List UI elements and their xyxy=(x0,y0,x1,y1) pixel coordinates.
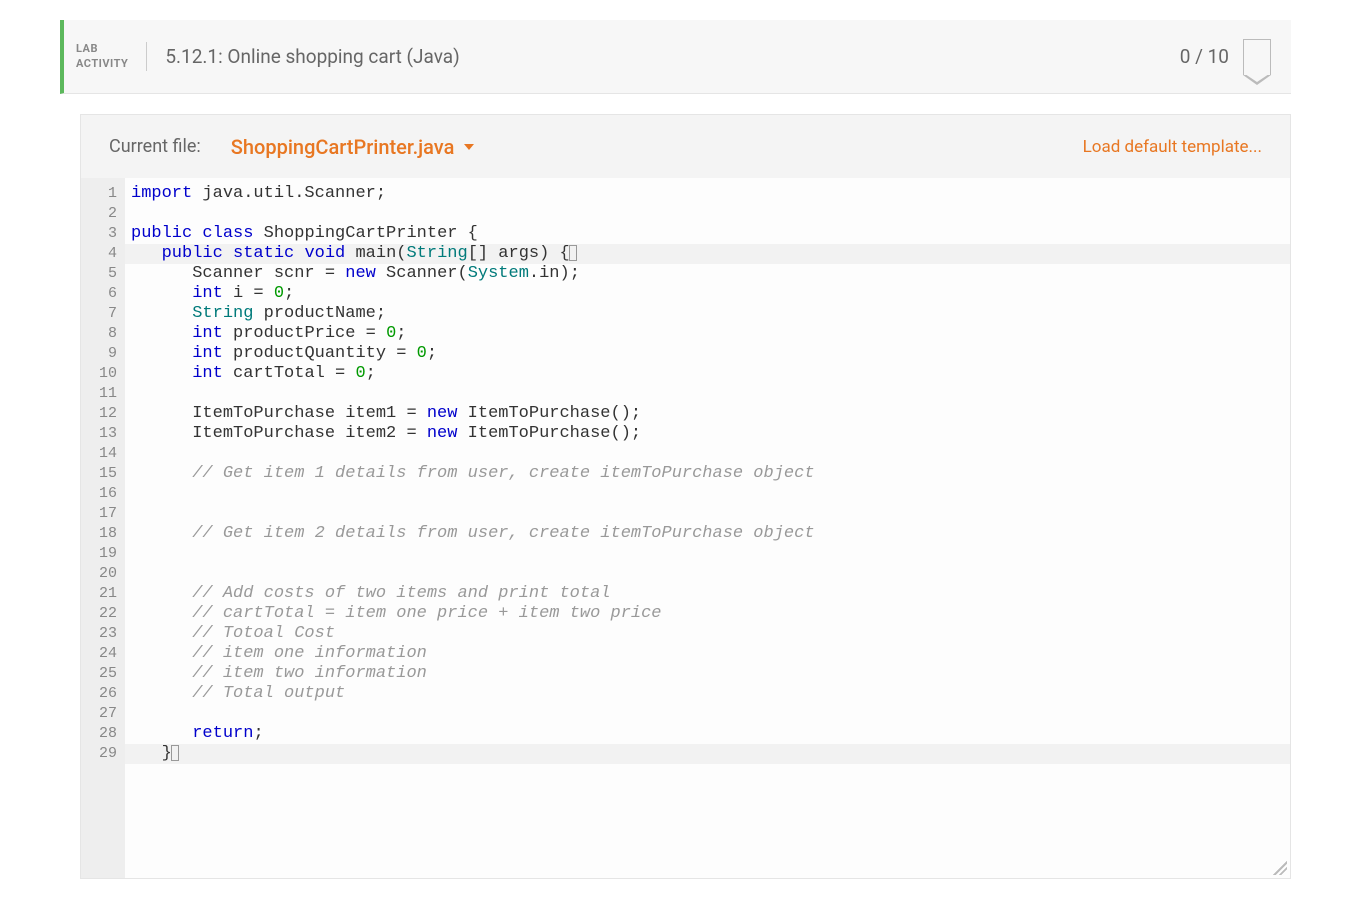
code-line[interactable]: return; xyxy=(125,724,1290,744)
line-number: 25 xyxy=(85,664,117,684)
line-number: 23 xyxy=(85,624,117,644)
code-line[interactable]: Scanner scnr = new Scanner(System.in); xyxy=(125,264,1290,284)
line-number: 19 xyxy=(85,544,117,564)
score-display: 0 / 10 xyxy=(1180,45,1229,68)
code-line[interactable]: // Totoal Cost xyxy=(125,624,1290,644)
code-line[interactable]: // Get item 1 details from user, create … xyxy=(125,464,1290,484)
line-number: 16 xyxy=(85,484,117,504)
code-line[interactable] xyxy=(125,504,1290,524)
file-bar: Current file: ShoppingCartPrinter.java L… xyxy=(81,115,1290,178)
line-number: 24 xyxy=(85,644,117,664)
code-line[interactable]: // item one information xyxy=(125,644,1290,664)
line-number: 15 xyxy=(85,464,117,484)
code-line[interactable]: int productQuantity = 0; xyxy=(125,344,1290,364)
line-number: 3 xyxy=(85,224,117,244)
code-line[interactable]: public class ShoppingCartPrinter { xyxy=(125,224,1290,244)
line-number: 14 xyxy=(85,444,117,464)
line-number: 18 xyxy=(85,524,117,544)
code-line[interactable]: // Total output xyxy=(125,684,1290,704)
line-number: 9 xyxy=(85,344,117,364)
resize-handle-icon[interactable] xyxy=(1273,861,1287,875)
line-number: 1 xyxy=(85,184,117,204)
line-number: 7 xyxy=(85,304,117,324)
current-file-label: Current file: xyxy=(109,133,201,160)
line-number: 2 xyxy=(85,204,117,224)
code-line[interactable]: ItemToPurchase item1 = new ItemToPurchas… xyxy=(125,404,1290,424)
code-line[interactable] xyxy=(125,384,1290,404)
editor-panel: Current file: ShoppingCartPrinter.java L… xyxy=(80,114,1291,879)
lab-header: LAB ACTIVITY 5.12.1: Online shopping car… xyxy=(60,20,1291,94)
code-line[interactable]: } xyxy=(125,744,1290,764)
lab-label-line2: ACTIVITY xyxy=(76,57,128,71)
line-number: 8 xyxy=(85,324,117,344)
code-line[interactable] xyxy=(125,204,1290,224)
code-line[interactable] xyxy=(125,564,1290,584)
line-number: 5 xyxy=(85,264,117,284)
code-line[interactable]: import java.util.Scanner; xyxy=(125,184,1290,204)
code-line[interactable]: // Get item 2 details from user, create … xyxy=(125,524,1290,544)
code-line[interactable] xyxy=(125,484,1290,504)
code-line[interactable]: ItemToPurchase item2 = new ItemToPurchas… xyxy=(125,424,1290,444)
code-line[interactable]: String productName; xyxy=(125,304,1290,324)
lab-label-line1: LAB xyxy=(76,42,128,56)
code-line[interactable]: int i = 0; xyxy=(125,284,1290,304)
line-number: 22 xyxy=(85,604,117,624)
line-number: 26 xyxy=(85,684,117,704)
line-number: 12 xyxy=(85,404,117,424)
load-default-template-link[interactable]: Load default template... xyxy=(1083,137,1262,157)
shield-icon xyxy=(1243,39,1271,75)
caret-down-icon xyxy=(464,144,474,150)
code-line[interactable] xyxy=(125,544,1290,564)
code-editor[interactable]: 1234567891011121314151617181920212223242… xyxy=(81,178,1290,878)
code-line[interactable]: // item two information xyxy=(125,664,1290,684)
cursor-icon xyxy=(171,745,179,761)
activity-title: 5.12.1: Online shopping cart (Java) xyxy=(165,45,1179,68)
lab-activity-label: LAB ACTIVITY xyxy=(76,42,147,71)
line-number: 17 xyxy=(85,504,117,524)
code-line[interactable]: int cartTotal = 0; xyxy=(125,364,1290,384)
line-number-gutter: 1234567891011121314151617181920212223242… xyxy=(81,178,125,878)
line-number: 28 xyxy=(85,724,117,744)
file-name: ShoppingCartPrinter.java xyxy=(231,135,455,159)
line-number: 11 xyxy=(85,384,117,404)
line-number: 27 xyxy=(85,704,117,724)
line-number: 4 xyxy=(85,244,117,264)
code-area[interactable]: import java.util.Scanner; public class Sh… xyxy=(125,178,1290,878)
cursor-icon xyxy=(569,245,577,261)
line-number: 6 xyxy=(85,284,117,304)
line-number: 21 xyxy=(85,584,117,604)
code-line[interactable] xyxy=(125,444,1290,464)
code-line[interactable]: // Add costs of two items and print tota… xyxy=(125,584,1290,604)
code-line[interactable] xyxy=(125,704,1290,724)
line-number: 20 xyxy=(85,564,117,584)
lab-page: LAB ACTIVITY 5.12.1: Online shopping car… xyxy=(0,20,1351,879)
code-line[interactable]: public static void main(String[] args) { xyxy=(125,244,1290,264)
line-number: 10 xyxy=(85,364,117,384)
line-number: 13 xyxy=(85,424,117,444)
code-line[interactable]: int productPrice = 0; xyxy=(125,324,1290,344)
line-number: 29 xyxy=(85,744,117,764)
code-line[interactable]: // cartTotal = item one price + item two… xyxy=(125,604,1290,624)
file-selector[interactable]: ShoppingCartPrinter.java xyxy=(231,135,475,159)
